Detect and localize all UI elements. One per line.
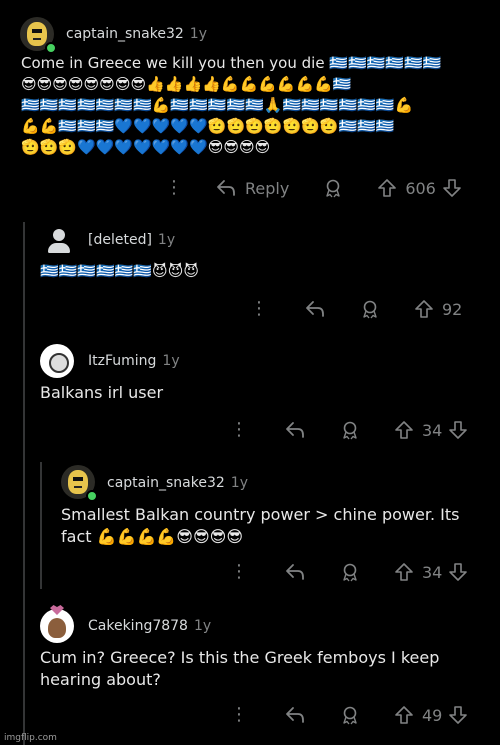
comment-actions: ⋮ 34 [230,415,468,445]
comment-body: Smallest Balkan country power > chine po… [61,505,460,546]
comment-author[interactable]: ItzFuming 1y [88,353,180,369]
thread-line [23,222,25,745]
comment-age: 1y [230,475,248,491]
vote-count: 606 [405,178,436,198]
comment-actions: ⋮ 34 [230,557,468,587]
reply-button[interactable] [284,421,306,439]
more-options-icon[interactable]: ⋮ [165,179,183,197]
award-icon [363,300,377,319]
comment-body: Balkans irl user [40,383,164,402]
vote-count: 49 [422,705,443,725]
more-options-icon[interactable]: ⋮ [230,706,248,724]
downvote-button[interactable] [448,420,468,440]
comment-author: [deleted] 1y [88,232,176,248]
comment-body: Come in Greece we kill you then you die … [21,54,442,156]
comment-age: 1y [162,353,180,369]
downvote-button[interactable] [448,562,468,582]
award-button[interactable] [340,420,360,440]
downvote-icon [449,563,468,581]
comment-actions: ⋮ 49 [230,700,468,730]
comment-actions: ⋮ Reply 606 [165,173,462,203]
reply-icon [286,422,304,438]
more-options-icon[interactable]: ⋮ [230,563,248,581]
reply-button[interactable] [284,563,306,581]
downvote-icon [449,706,468,724]
reply-icon [306,301,324,317]
award-icon [343,563,357,582]
vote-count: 92 [442,299,463,319]
award-button[interactable] [340,562,360,582]
more-options-icon[interactable]: ⋮ [250,300,268,318]
comment-age: 1y [189,26,207,42]
comment-age: 1y [193,618,212,634]
upvote-icon [378,179,397,197]
upvote-icon [415,300,433,318]
upvote-button[interactable] [394,705,414,725]
upvote-icon [395,421,413,439]
upvote-button[interactable] [394,562,414,582]
downvote-button[interactable] [442,178,462,198]
vote-count: 34 [422,562,443,582]
comment-age: 1y [157,232,176,248]
upvote-button[interactable] [377,178,397,198]
comment-author[interactable]: Cakeking7878 1y [88,618,211,634]
reply-button[interactable] [284,706,306,724]
reply-icon [286,564,304,580]
upvote-button[interactable] [414,299,434,319]
deleted-user-avatar [42,224,76,258]
upvote-button[interactable] [394,420,414,440]
award-icon [343,421,357,440]
award-button[interactable] [340,705,360,725]
upvote-icon [395,563,413,581]
reply-icon [286,707,304,723]
reply-icon [217,180,235,196]
comment-body: 🇬🇷🇬🇷🇬🇷🇬🇷🇬🇷🇬🇷😈😈😈 [40,262,199,280]
vote-count: 34 [422,420,443,440]
comment-author[interactable]: captain_snake32 1y [66,26,207,42]
user-avatar[interactable] [40,344,74,378]
award-button[interactable] [360,299,380,319]
user-avatar[interactable] [40,609,74,643]
downvote-icon [449,421,468,439]
thread-line [40,462,42,589]
upvote-icon [395,706,413,724]
comment-body: Cum in? Greece? Is this the Greek femboy… [40,648,440,689]
comment-author[interactable]: captain_snake32 1y [107,475,248,491]
award-icon [326,179,341,198]
online-indicator-icon [86,490,98,502]
downvote-icon [443,179,461,197]
watermark: imgflip.com [4,733,57,743]
award-button[interactable] [323,178,343,198]
more-options-icon[interactable]: ⋮ [230,421,248,439]
reply-label: Reply [245,178,290,198]
reply-button[interactable]: Reply [215,179,289,198]
comment-actions: ⋮ 92 [250,294,462,324]
award-icon [343,706,357,725]
reply-button[interactable] [304,300,326,318]
downvote-button[interactable] [448,705,468,725]
